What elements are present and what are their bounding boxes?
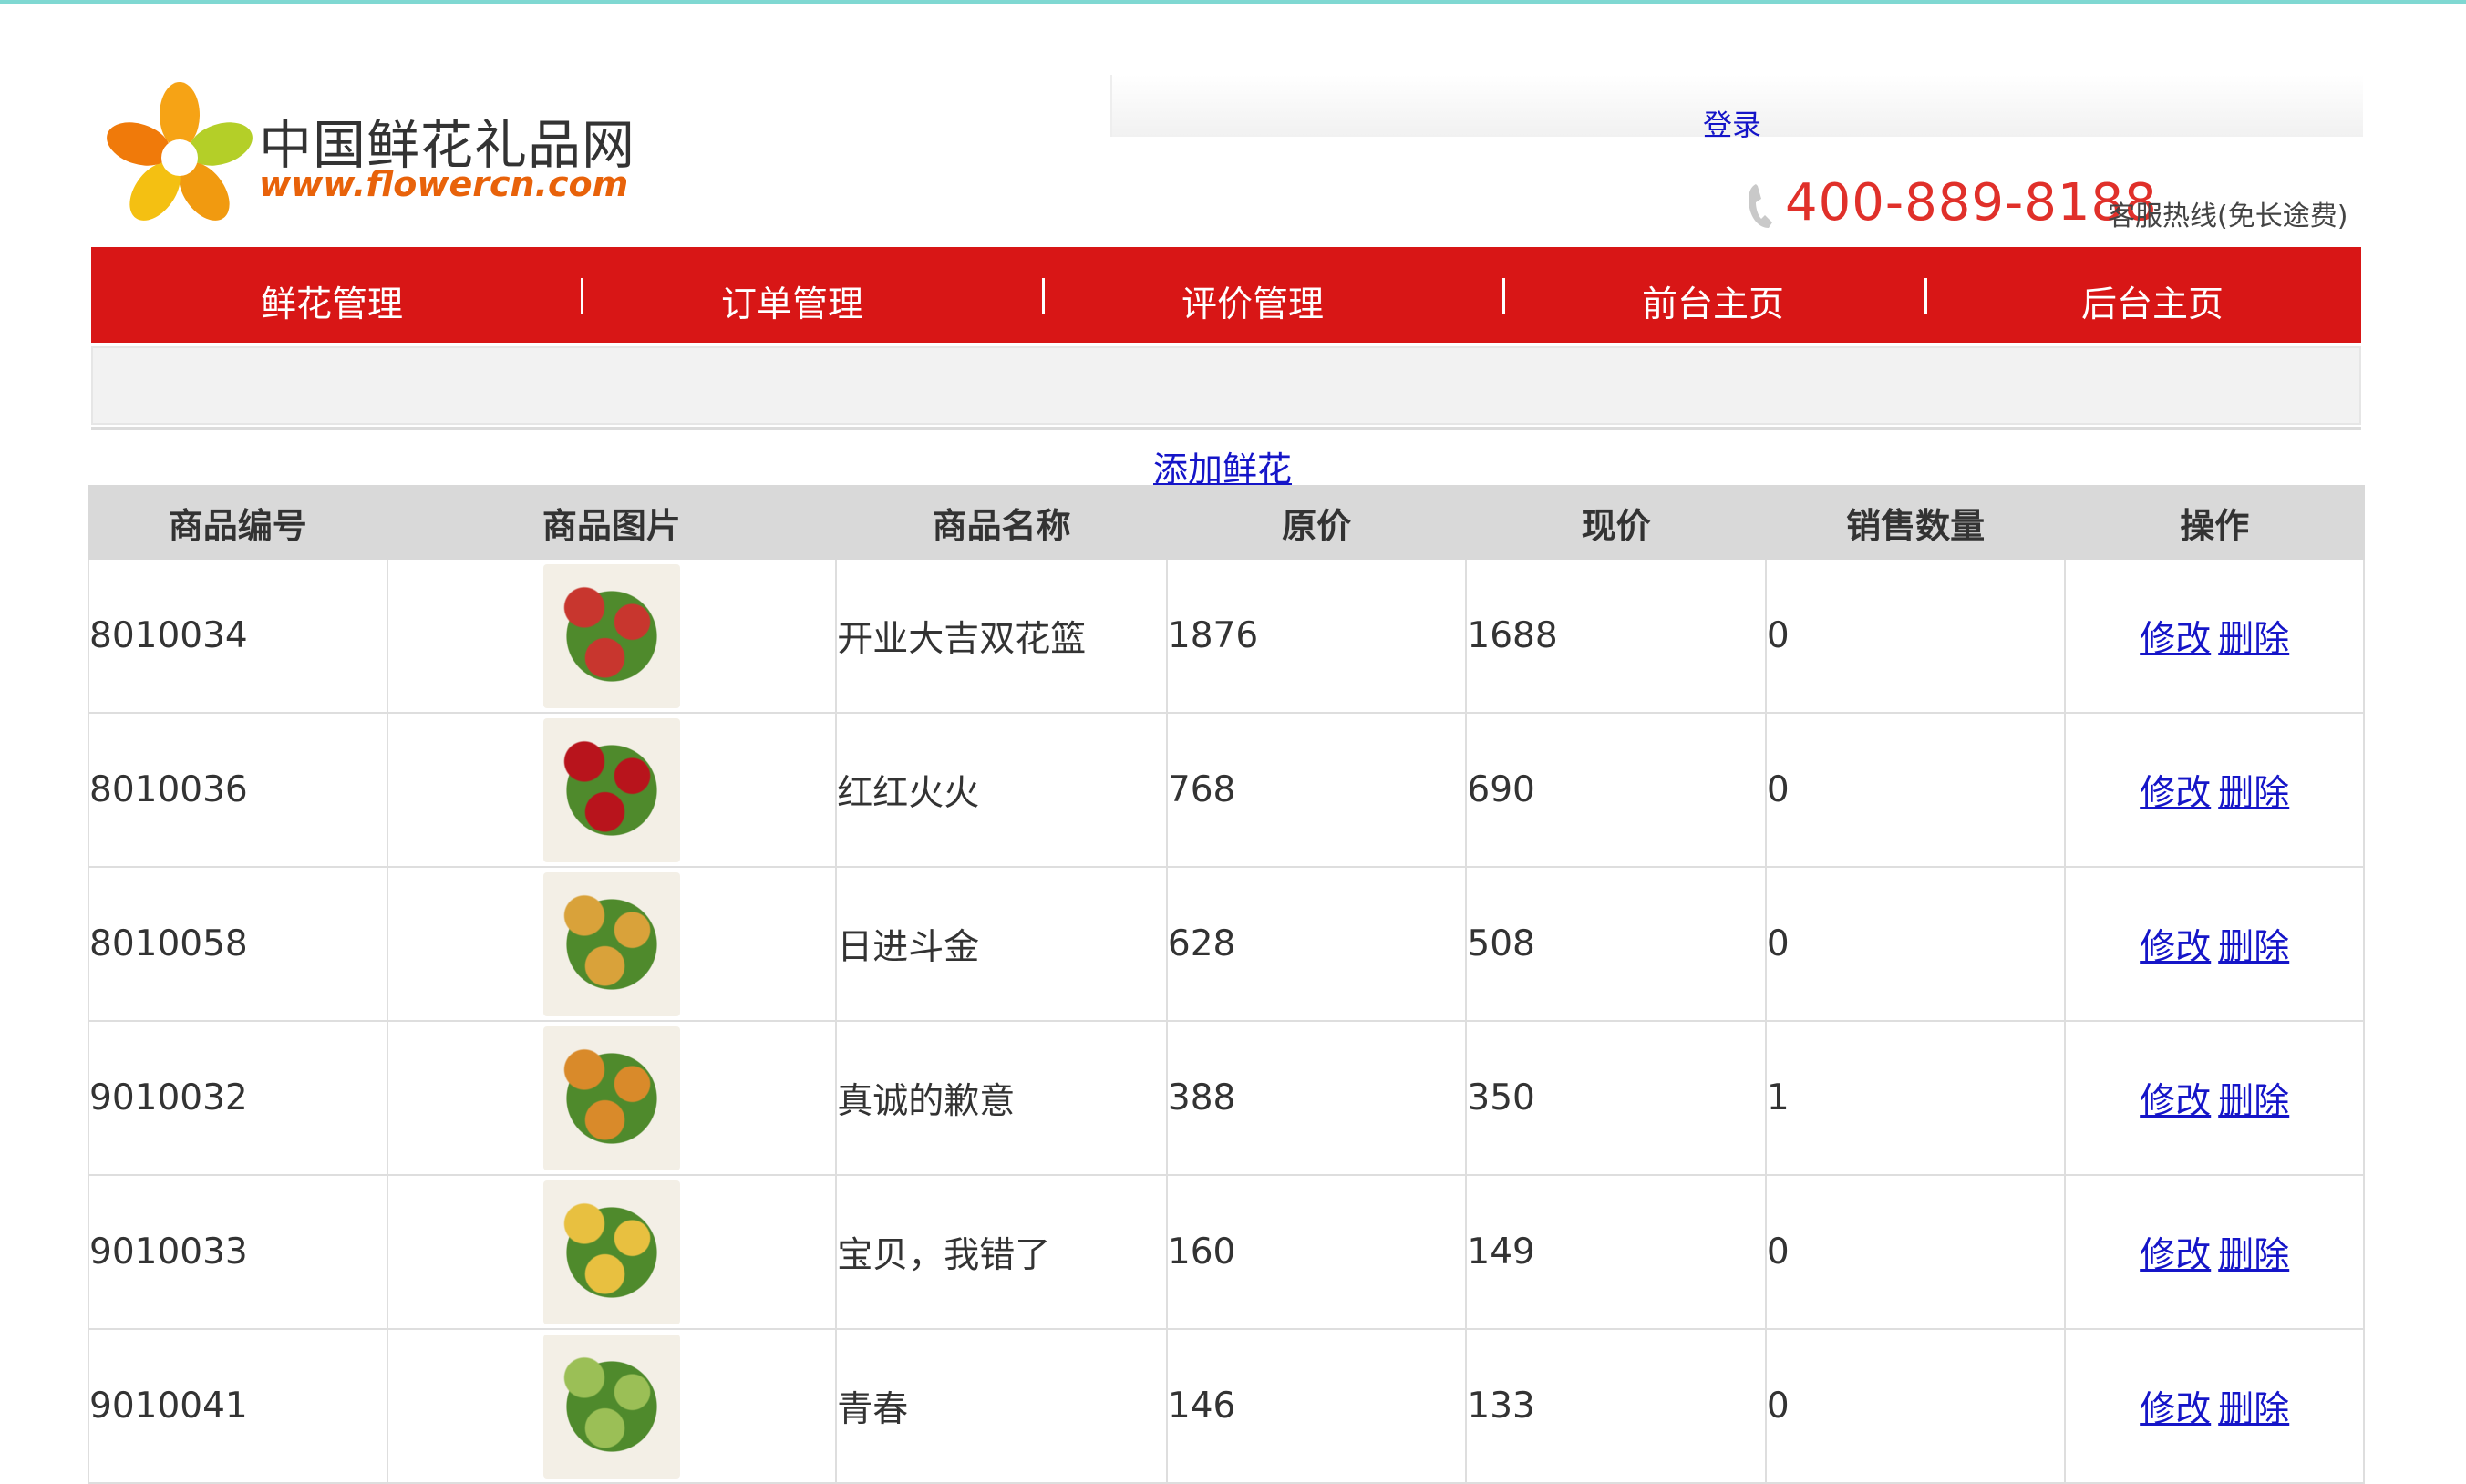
nav-separator — [1502, 278, 1505, 314]
nav-backend-home[interactable]: 后台主页 — [2081, 276, 2224, 327]
table-header-row: 商品编号 商品图片 商品名称 原价 现价 销售数量 操作 — [88, 485, 2365, 560]
nav-separator — [581, 278, 583, 314]
table-row: 9010032 真诚的歉意 388 350 1 修改 删除 — [88, 1020, 2365, 1176]
cell-original-price: 768 — [1165, 712, 1468, 868]
cell-sales: 1 — [1764, 1020, 2067, 1176]
cell-name: 青春 — [835, 1328, 1168, 1484]
cell-sales: 0 — [1764, 558, 2067, 714]
edit-link[interactable]: 修改 — [2140, 927, 2211, 968]
col-header-current-price: 现价 — [1465, 485, 1767, 560]
cell-original-price: 160 — [1165, 1174, 1468, 1330]
col-header-actions: 操作 — [2064, 485, 2365, 560]
cell-original-price: 388 — [1165, 1020, 1468, 1176]
cell-original-price: 628 — [1165, 866, 1468, 1022]
col-header-sales: 销售数量 — [1764, 485, 2067, 560]
login-link[interactable]: 登录 — [1703, 102, 1761, 144]
flower-logo-icon — [107, 82, 253, 221]
cell-original-price: 146 — [1165, 1328, 1468, 1484]
flower-table: 商品编号 商品图片 商品名称 原价 现价 销售数量 操作 8010034 开业大… — [88, 485, 2365, 1484]
product-image[interactable] — [542, 1180, 680, 1324]
col-header-id: 商品编号 — [88, 485, 388, 560]
delete-link[interactable]: 删除 — [2218, 927, 2289, 968]
cell-sales: 0 — [1764, 1328, 2067, 1484]
cell-current-price: 690 — [1465, 712, 1767, 868]
cell-id: 8010036 — [88, 712, 388, 868]
col-header-name: 商品名称 — [835, 485, 1168, 560]
col-header-image: 商品图片 — [386, 485, 838, 560]
cell-id: 9010033 — [88, 1174, 388, 1330]
site-logo[interactable]: 中国鲜花礼品网 www.flowercn.com — [102, 80, 635, 235]
cell-sales: 0 — [1764, 1174, 2067, 1330]
cell-current-price: 350 — [1465, 1020, 1767, 1176]
cell-name: 真诚的歉意 — [835, 1020, 1168, 1176]
cell-name: 开业大吉双花篮 — [835, 558, 1168, 714]
edit-link[interactable]: 修改 — [2140, 619, 2211, 660]
cell-id: 8010034 — [88, 558, 388, 714]
table-row: 8010036 红红火火 768 690 0 修改 删除 — [88, 712, 2365, 868]
add-flower-link[interactable]: 添加鲜花 — [1153, 441, 1292, 491]
edit-link[interactable]: 修改 — [2140, 773, 2211, 814]
product-image[interactable] — [542, 717, 680, 862]
table-row: 8010058 日进斗金 628 508 0 修改 删除 — [88, 866, 2365, 1022]
edit-link[interactable]: 修改 — [2140, 1235, 2211, 1276]
nav-frontend-home[interactable]: 前台主页 — [1642, 276, 1784, 327]
table-row: 8010034 开业大吉双花篮 1876 1688 0 修改 删除 — [88, 558, 2365, 714]
cell-current-price: 1688 — [1465, 558, 1767, 714]
product-image[interactable] — [542, 563, 680, 708]
cell-name: 日进斗金 — [835, 866, 1168, 1022]
product-image[interactable] — [542, 1025, 680, 1170]
cell-id: 8010058 — [88, 866, 388, 1022]
cell-id: 9010032 — [88, 1020, 388, 1176]
nav-order-management[interactable]: 订单管理 — [721, 276, 863, 327]
sub-bar — [91, 346, 2361, 425]
table-row: 9010033 宝贝，我错了 160 149 0 修改 删除 — [88, 1174, 2365, 1330]
main-nav: 鲜花管理 订单管理 评价管理 前台主页 后台主页 — [91, 247, 2361, 343]
nav-separator — [1042, 278, 1045, 314]
cell-id: 9010041 — [88, 1328, 388, 1484]
phone-icon — [1749, 184, 1772, 228]
edit-link[interactable]: 修改 — [2140, 1081, 2211, 1122]
divider — [91, 427, 2361, 430]
nav-flower-management[interactable]: 鲜花管理 — [261, 276, 403, 327]
product-image[interactable] — [542, 1334, 680, 1479]
delete-link[interactable]: 删除 — [2218, 1081, 2289, 1122]
cell-sales: 0 — [1764, 712, 2067, 868]
hotline: 400-889-8188 客服热线(免长途费) — [1743, 173, 2363, 237]
delete-link[interactable]: 删除 — [2218, 773, 2289, 814]
cell-name: 红红火火 — [835, 712, 1168, 868]
delete-link[interactable]: 删除 — [2218, 1389, 2289, 1430]
nav-separator — [1924, 278, 1927, 314]
delete-link[interactable]: 删除 — [2218, 619, 2289, 660]
cell-original-price: 1876 — [1165, 558, 1468, 714]
cell-sales: 0 — [1764, 866, 2067, 1022]
hotline-number: 400-889-8188 — [1785, 173, 2158, 232]
cell-current-price: 508 — [1465, 866, 1767, 1022]
hotline-label: 客服热线(免长途费) — [2108, 201, 2348, 232]
product-image[interactable] — [542, 871, 680, 1016]
edit-link[interactable]: 修改 — [2140, 1389, 2211, 1430]
delete-link[interactable]: 删除 — [2218, 1235, 2289, 1276]
cell-current-price: 133 — [1465, 1328, 1767, 1484]
col-header-original-price: 原价 — [1165, 485, 1468, 560]
nav-review-management[interactable]: 评价管理 — [1181, 276, 1324, 327]
table-row: 9010041 青春 146 133 0 修改 删除 — [88, 1328, 2365, 1484]
cell-current-price: 149 — [1465, 1174, 1767, 1330]
site-url: www.flowercn.com — [259, 164, 629, 204]
cell-name: 宝贝，我错了 — [835, 1174, 1168, 1330]
top-accent-line — [0, 0, 2466, 4]
